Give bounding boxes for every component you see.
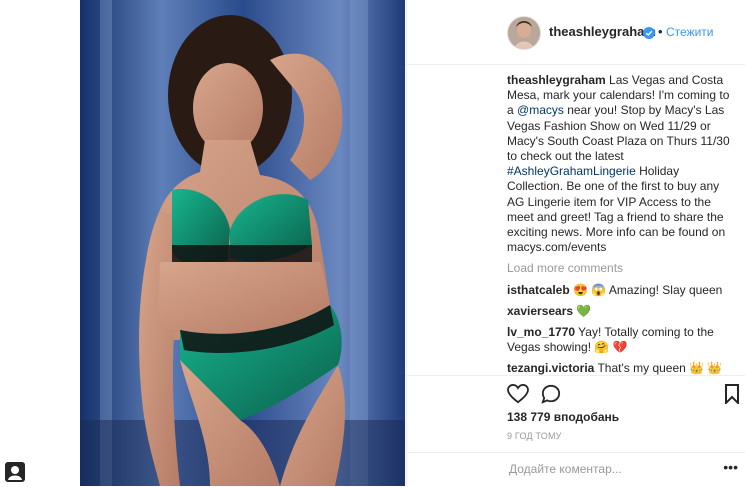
comment-text: 😍 😱 Amazing! Slay queen: [569, 282, 723, 297]
bookmark-icon[interactable]: [725, 384, 739, 409]
comment-username[interactable]: xaviersears: [507, 304, 573, 318]
separator-dot: •: [658, 24, 663, 39]
comment-item: tezangi.victoria That's my queen 👑 👑 👑 😍…: [507, 361, 732, 375]
verified-icon: [643, 26, 655, 39]
comment-username[interactable]: lv_mo_1770: [507, 325, 575, 339]
page-left-margin: [0, 0, 80, 486]
caption-mention[interactable]: @macys: [517, 103, 564, 117]
comment-username[interactable]: tezangi.victoria: [507, 361, 594, 375]
post-time: 9 ГОД ТОМУ: [507, 431, 562, 441]
comment-username[interactable]: isthatcaleb: [507, 283, 570, 297]
follow-button[interactable]: Стежити: [666, 25, 714, 39]
post-panel: theashleygraham • Стежити theashleygraha…: [406, 0, 745, 486]
more-options-button[interactable]: •••: [723, 459, 738, 475]
heart-icon[interactable]: [507, 383, 529, 409]
post-photo[interactable]: [80, 0, 405, 486]
avatar[interactable]: [507, 16, 541, 50]
comments-list: theashleygraham Las Vegas and Costa Mesa…: [507, 73, 732, 375]
post-header: theashleygraham • Стежити: [407, 0, 745, 65]
load-more-comments[interactable]: Load more comments: [507, 261, 732, 276]
comment-item: lv_mo_1770 Yay! Totally coming to the Ve…: [507, 325, 732, 355]
comment-item: xaviersears 💚: [507, 304, 732, 319]
comment-icon[interactable]: [541, 384, 561, 409]
user-icon[interactable]: [5, 462, 25, 482]
post-caption: theashleygraham Las Vegas and Costa Mesa…: [507, 73, 732, 255]
comment-text: 💚: [573, 303, 592, 318]
comment-item: isthatcaleb 😍 😱 Amazing! Slay queen: [507, 283, 732, 298]
comment-box: •••: [407, 452, 745, 487]
likes-count[interactable]: 138 779 вподобань: [507, 410, 619, 424]
header-username[interactable]: theashleygraham: [549, 24, 656, 39]
comment-input[interactable]: [507, 461, 711, 477]
caption-hashtag[interactable]: #AshleyGrahamLingerie: [507, 164, 636, 178]
caption-username[interactable]: theashleygraham: [507, 73, 606, 87]
post-photo-illustration: [80, 0, 405, 486]
